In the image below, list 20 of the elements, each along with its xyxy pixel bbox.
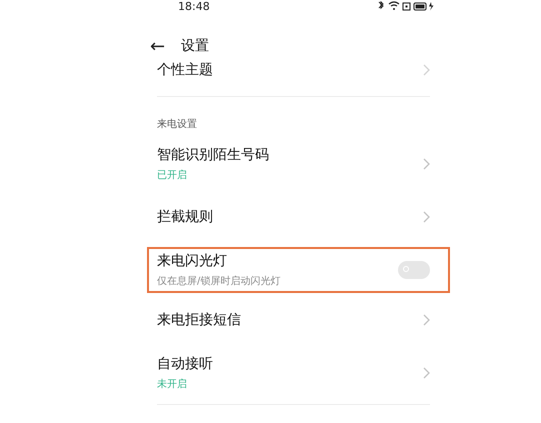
item-label[interactable]: 智能识别陌生号码 [157,146,269,164]
page-title: 设置 [181,37,210,55]
item-subtitle: 仅在息屏/锁屏时启动闪光灯 [157,274,280,288]
item-label[interactable]: 自动接听 [157,354,213,372]
status-text: 未开启 [157,378,188,390]
chevron-icon [423,366,430,378]
item-label[interactable]: 来电闪光灯 [157,252,280,270]
item-label[interactable]: 来电拒接短信 [157,310,241,328]
back-button[interactable]: ← [148,36,168,56]
item-label[interactable]: 拦截规则 [157,208,213,226]
status-icons-drawing [376,1,436,11]
status-time: 18:48 [178,0,210,12]
toggle-switch[interactable] [398,261,430,279]
chevron-icon [423,64,430,76]
chevron-icon [423,158,430,170]
section-title: 来电设置 [156,118,198,131]
item-label[interactable]: 个性主题 [157,61,213,79]
status-text: 已开启 [157,168,188,182]
chevron-icon [423,210,430,222]
chevron-icon [423,314,430,326]
